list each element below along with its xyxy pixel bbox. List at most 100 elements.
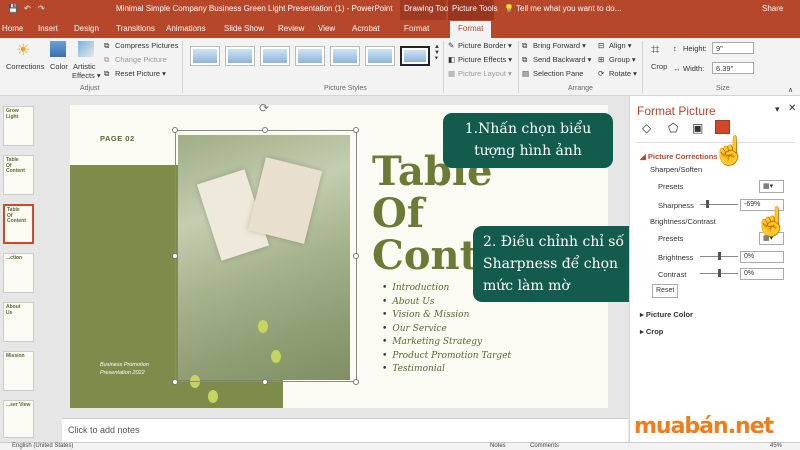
picture-style-5[interactable] — [330, 46, 360, 66]
tell-me-input[interactable]: Tell me what you want to do... — [516, 4, 621, 13]
undo-icon[interactable]: ↶ — [24, 4, 31, 13]
slide-thumb-5[interactable]: About Us — [3, 302, 34, 342]
slide-thumb-7[interactable]: ...ser View — [3, 400, 34, 438]
tab-animations[interactable]: Animations — [166, 24, 206, 33]
effects-icon[interactable]: ⬠ — [668, 121, 678, 135]
picture-effects-button[interactable]: Picture Effects ▾ — [458, 55, 512, 64]
selection-pane-button[interactable]: Selection Pane — [533, 69, 583, 78]
reset-button[interactable]: Reset — [652, 284, 678, 298]
resize-handle[interactable] — [172, 253, 178, 259]
slide-thumb-4[interactable]: ...ction — [3, 253, 34, 293]
align-icon: ⊟ — [598, 41, 605, 50]
picture-corrections-header[interactable]: ◢ Picture Corrections — [640, 152, 717, 161]
callout-step-2: 2. Điều chỉnh chỉ số Sharpness để chọn m… — [473, 226, 643, 302]
tab-review[interactable]: Review — [278, 24, 304, 33]
slide-thumb-3[interactable]: Table Of Content — [3, 204, 34, 244]
crop-label: Crop — [645, 327, 664, 336]
styles-scroll-icon[interactable]: ▲ ▼ ⯆ — [434, 44, 440, 63]
callout-line: 2. Điều chỉnh chỉ số — [483, 234, 625, 250]
promo-line: Presentation 2022 — [100, 370, 145, 376]
picture-layout-button[interactable]: Picture Layout ▾ — [458, 69, 512, 78]
thumb-text: Content — [6, 168, 25, 174]
slide-thumb-6[interactable]: Mission — [3, 351, 34, 391]
tab-home[interactable]: Home — [2, 24, 23, 33]
resize-handle[interactable] — [353, 127, 359, 133]
save-icon[interactable]: 💾 — [8, 4, 18, 13]
callout-line: Sharpness để chọn — [483, 256, 619, 272]
bring-forward-button[interactable]: Bring Forward ▾ — [533, 41, 586, 50]
reset-picture-button[interactable]: Reset Picture ▾ — [115, 69, 166, 78]
picture-style-1[interactable] — [190, 46, 220, 66]
resize-handle[interactable] — [172, 127, 178, 133]
tab-format-picture[interactable]: Format — [450, 21, 492, 38]
callout-step-1: 1.Nhấn chọn biểu tượng hình ảnh — [443, 113, 613, 168]
comments-toggle[interactable]: Comments — [530, 443, 559, 449]
tab-acrobat[interactable]: Acrobat — [352, 24, 380, 33]
resize-handle[interactable] — [353, 379, 359, 385]
language-status[interactable]: English (United States) — [12, 443, 73, 449]
resize-handle[interactable] — [172, 379, 178, 385]
slide-thumb-1[interactable]: Grow Light — [3, 106, 34, 146]
rotate-button[interactable]: Rotate ▾ — [609, 69, 637, 78]
resize-handle[interactable] — [262, 379, 268, 385]
artistic-label[interactable]: Artistic — [73, 62, 96, 71]
change-picture-button[interactable]: Change Picture — [115, 55, 167, 64]
sharpness-slider-thumb[interactable] — [706, 200, 709, 208]
picture-effects-icon: ◧ — [448, 55, 456, 64]
artistic-effects-icon[interactable] — [78, 41, 94, 57]
rotate-handle-icon[interactable]: ⟳ — [259, 101, 269, 115]
color-icon[interactable] — [50, 41, 66, 57]
picture-style-7[interactable] — [400, 46, 430, 66]
artistic-effects-label[interactable]: Effects ▾ — [72, 71, 101, 80]
size-properties-icon[interactable]: ▣ — [692, 121, 703, 135]
corrections-icon[interactable]: ☀ — [16, 40, 30, 60]
zoom-level[interactable]: 45% — [770, 443, 782, 449]
brightness-slider-thumb[interactable] — [718, 252, 721, 260]
tab-slide-show[interactable]: Slide Show — [224, 24, 264, 33]
tab-design[interactable]: Design — [74, 24, 99, 33]
close-icon[interactable]: ✕ — [788, 103, 796, 114]
collapse-ribbon-icon[interactable]: ∧ — [788, 86, 793, 94]
brightness-input[interactable]: 0% — [740, 251, 784, 263]
resize-handle[interactable] — [262, 127, 268, 133]
crop-button[interactable]: Crop — [651, 62, 667, 71]
tab-insert[interactable]: Insert — [38, 24, 58, 33]
contrast-input[interactable]: 0% — [740, 268, 784, 280]
color-button[interactable]: Color — [50, 62, 68, 71]
pane-options-icon[interactable]: ▾ — [775, 104, 780, 115]
picture-style-2[interactable] — [225, 46, 255, 66]
resize-handle[interactable] — [353, 253, 359, 259]
height-input[interactable]: 9" — [712, 42, 754, 54]
picture-color-header[interactable]: ▸ Picture Color — [640, 310, 693, 319]
crop-icon[interactable]: ⌗ — [651, 41, 659, 58]
reset-picture-icon: ⧉ — [104, 69, 110, 78]
picture-icon[interactable] — [715, 120, 730, 134]
slide-thumb-2[interactable]: Table Of Content — [3, 155, 34, 195]
compress-pictures-button[interactable]: Compress Pictures — [115, 41, 178, 50]
align-button[interactable]: Align ▾ — [609, 41, 632, 50]
presets-dropdown[interactable]: ▦▾ — [759, 180, 784, 193]
notes-toggle[interactable]: Notes — [490, 443, 506, 449]
sharpen-soften-label: Sharpen/Soften — [650, 165, 703, 174]
crop-header[interactable]: ▸ Crop — [640, 327, 663, 336]
compress-icon: ⧉ — [104, 41, 110, 50]
notes-pane[interactable]: Click to add notes — [62, 418, 628, 442]
send-backward-button[interactable]: Send Backward ▾ — [533, 55, 591, 64]
redo-icon[interactable]: ↷ — [38, 4, 45, 13]
tab-format-drawing[interactable]: Format — [404, 24, 429, 33]
tab-transitions[interactable]: Transitions — [116, 24, 155, 33]
fill-line-icon[interactable]: ◇ — [642, 121, 651, 135]
width-input[interactable]: 6.39" — [712, 62, 754, 74]
corrections-button[interactable]: Corrections — [6, 62, 44, 71]
picture-border-button[interactable]: Picture Border ▾ — [458, 41, 512, 50]
picture-style-3[interactable] — [260, 46, 290, 66]
contrast-slider-thumb[interactable] — [718, 269, 721, 277]
group-button[interactable]: Group ▾ — [609, 55, 636, 64]
group-adjust: Adjust — [80, 85, 100, 92]
tab-view[interactable]: View — [318, 24, 335, 33]
picture-style-4[interactable] — [295, 46, 325, 66]
presets2-label: Presets — [658, 234, 684, 243]
picture-style-6[interactable] — [365, 46, 395, 66]
share-button[interactable]: Share — [762, 4, 783, 13]
watermark-logo: muabán.net — [634, 414, 774, 439]
